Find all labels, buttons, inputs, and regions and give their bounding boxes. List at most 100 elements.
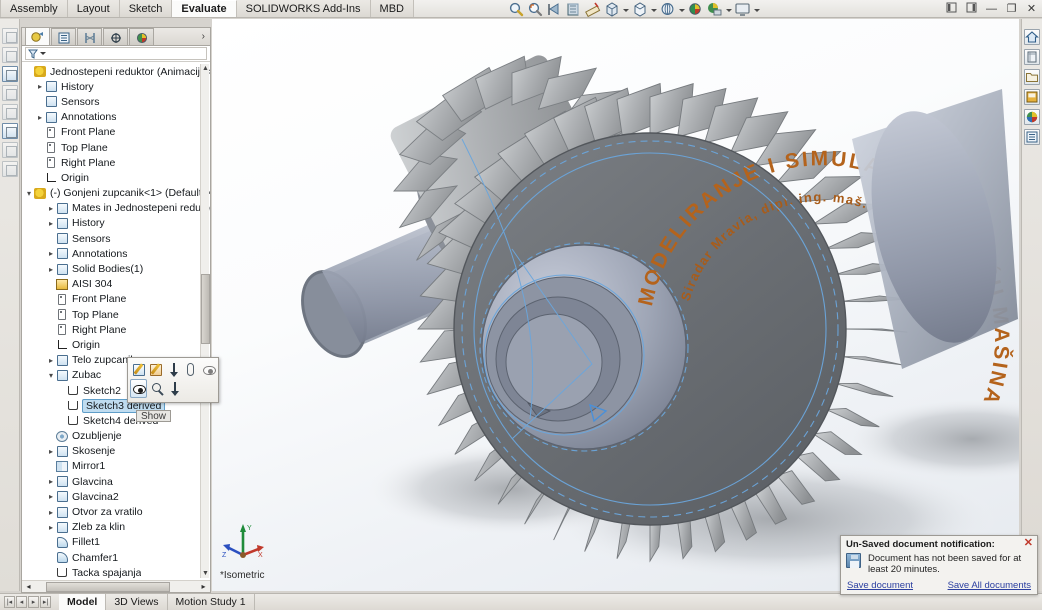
tab-evaluate[interactable]: Evaluate [172, 0, 237, 17]
tree-filter-input[interactable] [25, 47, 207, 60]
nav-first-button[interactable]: |◂ [4, 596, 15, 608]
tree-item-mirror1[interactable]: Mirror1 [22, 459, 210, 474]
minimize-button[interactable]: — [985, 3, 998, 16]
tree-item-glavcina2[interactable]: ▸ Glavcina2 [22, 489, 210, 504]
property-manager-tab[interactable] [51, 28, 76, 45]
view-palette-icon[interactable] [1024, 89, 1040, 105]
nav-next-button[interactable]: ▸ [28, 596, 39, 608]
custom-properties-icon[interactable] [1024, 129, 1040, 145]
hide-show-caret-icon[interactable] [650, 2, 657, 18]
nav-prev-button[interactable]: ◂ [16, 596, 27, 608]
tree-scroll-thumb[interactable] [201, 274, 210, 344]
tree-item-right-plane[interactable]: Right Plane [22, 322, 210, 337]
close-button[interactable]: ✕ [1025, 3, 1038, 16]
tree-item-top-plane[interactable]: Top Plane [22, 140, 210, 155]
view-settings-icon[interactable] [687, 1, 704, 18]
display-manager-tab[interactable] [129, 28, 154, 45]
tree-item-sensors[interactable]: Sensors [22, 94, 210, 109]
tree-expand-arrow-icon[interactable]: ▸ [46, 447, 56, 456]
viewport-layout-icon[interactable] [734, 1, 751, 18]
rail-icon-2[interactable] [1, 47, 18, 63]
tree-item-origin[interactable]: Origin [22, 337, 210, 352]
tree-expand-arrow-icon[interactable]: ▸ [46, 356, 56, 365]
tree-item-skosenje[interactable]: ▸ Skosenje [22, 444, 210, 459]
tree-item-aisi-304[interactable]: AISI 304 [22, 277, 210, 292]
tree-item-history[interactable]: ▸ History [22, 79, 210, 94]
scroll-left-arrow-icon[interactable]: ◂ [22, 582, 35, 591]
tree-expand-arrow-icon[interactable]: ▸ [46, 204, 56, 213]
tree-item-sensors[interactable]: Sensors [22, 231, 210, 246]
tree-expand-arrow-icon[interactable]: ▾ [24, 189, 34, 198]
tree-item-annotations[interactable]: ▸ Annotations [22, 246, 210, 261]
tree-item-front-plane[interactable]: Front Plane [22, 292, 210, 307]
tree-item-front-plane[interactable]: Front Plane [22, 125, 210, 140]
tab-solidworks-add-ins[interactable]: SOLIDWORKS Add-Ins [236, 0, 371, 17]
filter-caret-icon[interactable] [40, 52, 46, 55]
dimxpert-manager-tab[interactable] [103, 28, 128, 45]
tree-item-glavcina[interactable]: ▸ Glavcina [22, 474, 210, 489]
tree-item-otvor-za-vratilo[interactable]: ▸ Otvor za vratilo [22, 504, 210, 519]
tree-expand-arrow-icon[interactable]: ▸ [46, 249, 56, 258]
rail-icon-7[interactable] [1, 142, 18, 158]
scroll-down-arrow-icon[interactable]: ▼ [202, 570, 209, 577]
graphics-viewport[interactable]: MODELIRANJE I SIMULACIJE POMOĆU MAŠINA S… [212, 19, 1019, 591]
tree-item-jednostepeni-reduktor-animacija-display-s[interactable]: Jednostepeni reduktor (Animacija<Display… [22, 64, 210, 79]
tree-item-right-plane[interactable]: Right Plane [22, 155, 210, 170]
status-tab-3d-views[interactable]: 3D Views [106, 594, 168, 610]
tree-item-fillet1[interactable]: Fillet1 [22, 535, 210, 550]
normal-to-icon[interactable] [166, 379, 183, 398]
edit-sketch-plane-icon[interactable] [147, 360, 163, 379]
solidworks-resources-icon[interactable] [1024, 29, 1040, 45]
tree-expand-arrow-icon[interactable]: ▾ [46, 371, 56, 380]
save-all-documents-link[interactable]: Save All documents [948, 580, 1031, 591]
tree-expand-arrow-icon[interactable]: ▸ [46, 477, 56, 486]
tree-expand-arrow-icon[interactable]: ▸ [46, 523, 56, 532]
tree-item-chamfer1[interactable]: Chamfer1 [22, 550, 210, 565]
display-style-caret-icon[interactable] [622, 2, 629, 18]
zoom-to-selection-icon[interactable] [148, 379, 165, 398]
file-explorer-icon[interactable] [1024, 69, 1040, 85]
restore-right-button[interactable] [965, 2, 978, 17]
tree-expand-arrow-icon[interactable]: ▸ [46, 265, 56, 274]
tree-expand-arrow-icon[interactable]: ▸ [46, 508, 56, 517]
rail-icon-4[interactable] [1, 85, 18, 101]
restore-left-button[interactable] [945, 2, 958, 17]
tree-horizontal-scrollbar[interactable]: ◂ ▸ [22, 580, 210, 592]
rail-icon-6[interactable] [1, 123, 18, 139]
viewport-layout-caret-icon[interactable] [753, 2, 760, 18]
tree-item-zleb-za-klin[interactable]: ▸ Zleb za klin [22, 520, 210, 535]
tree-item-sketch4-derived[interactable]: Sketch4 derived [22, 413, 210, 428]
appearances-scenes-decals-icon[interactable] [1024, 109, 1040, 125]
feature-manager-design-tree-tab[interactable] [25, 27, 50, 45]
tree-expand-arrow-icon[interactable]: ▸ [46, 492, 56, 501]
tree-item-tacka-spajanja[interactable]: Tacka spajanja [22, 565, 210, 579]
scroll-up-arrow-icon[interactable]: ▲ [202, 65, 209, 72]
hide-icon[interactable] [200, 360, 216, 379]
notification-close-icon[interactable]: ✕ [1024, 538, 1033, 549]
tree-hscroll-thumb[interactable] [46, 582, 170, 592]
tree-item-top-plane[interactable]: Top Plane [22, 307, 210, 322]
maximize-button[interactable]: ❐ [1005, 3, 1018, 16]
parent-child-icon[interactable] [182, 360, 198, 379]
tree-item-solid-bodies-1[interactable]: ▸ Solid Bodies(1) [22, 261, 210, 276]
rail-icon-3[interactable] [1, 66, 18, 82]
tab-mbd[interactable]: MBD [370, 0, 414, 17]
tree-item-origin[interactable]: Origin [22, 170, 210, 185]
apply-scene-caret-icon[interactable] [678, 2, 685, 18]
tab-assembly[interactable]: Assembly [0, 0, 68, 17]
zoom-to-area-icon[interactable] [508, 1, 525, 18]
tree-expand-arrow-icon[interactable]: ▸ [35, 82, 45, 91]
scroll-right-arrow-icon[interactable]: ▸ [197, 582, 210, 591]
expand-panel-chevron-icon[interactable]: › [202, 31, 205, 42]
tab-layout[interactable]: Layout [67, 0, 120, 17]
zoom-to-fit-icon[interactable] [527, 1, 544, 18]
tree-expand-arrow-icon[interactable]: ▸ [46, 219, 56, 228]
tree-item-mates-in-jednostepeni-reduktor[interactable]: ▸ Mates in Jednostepeni reduktor [22, 201, 210, 216]
tree-item-ozubljenje[interactable]: Ozubljenje [22, 429, 210, 444]
feature-tree[interactable]: Jednostepeni reduktor (Animacija<Display… [22, 63, 210, 579]
tab-sketch[interactable]: Sketch [119, 0, 173, 17]
rail-icon-1[interactable] [1, 28, 18, 44]
rail-icon-8[interactable] [1, 161, 18, 177]
tree-vertical-scrollbar[interactable]: ▲ ▼ [200, 64, 210, 578]
previous-view-icon[interactable] [546, 1, 563, 18]
